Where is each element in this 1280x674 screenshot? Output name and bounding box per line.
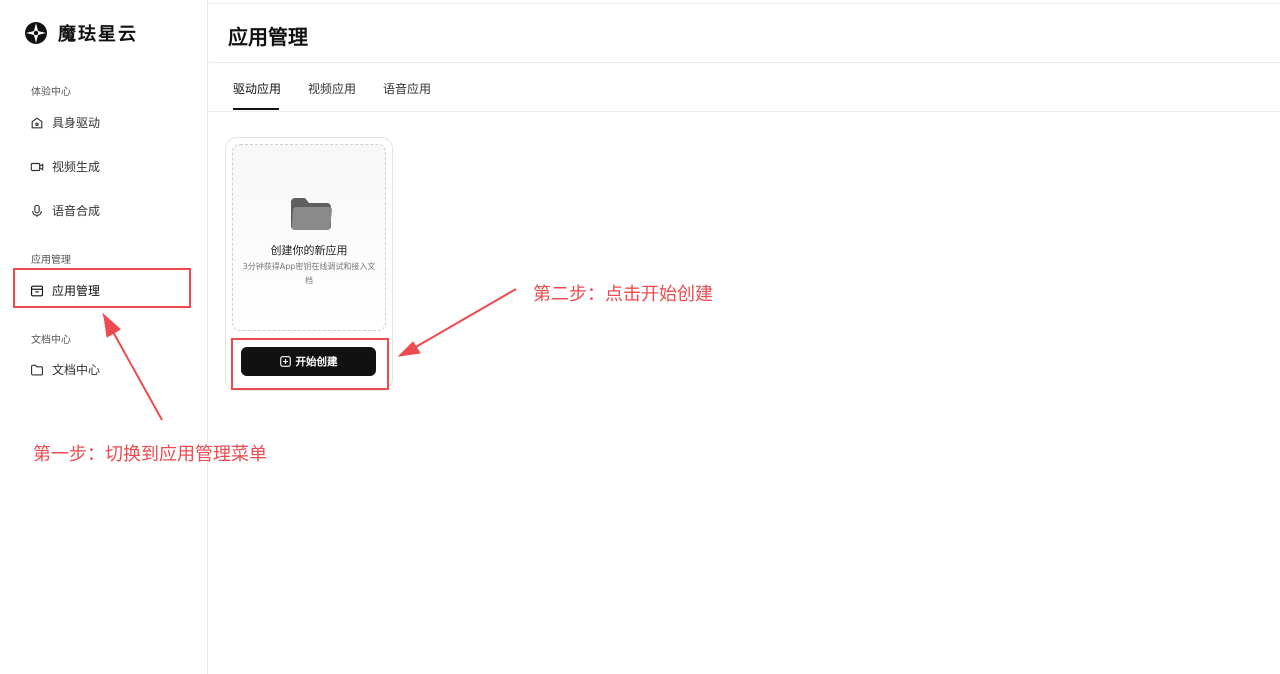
plus-square-icon [279, 356, 291, 367]
sidebar-item-label: 文档中心 [52, 363, 101, 377]
section-title-app-management: 应用管理 [31, 255, 71, 266]
archive-box-icon [31, 285, 43, 296]
create-card-title: 创建你的新应用 [270, 244, 348, 257]
app-name: 魔珐星云 [58, 24, 138, 45]
active-tab-indicator [233, 108, 279, 110]
create-card-description: 3分钟获得App密钥在线调试和接入文档 [242, 262, 376, 285]
tab-video-apps[interactable]: 视频应用 [308, 80, 356, 97]
section-title-docs: 文档中心 [31, 335, 71, 346]
sidebar-item-embodied-drive[interactable]: 具身驱动 [30, 114, 100, 131]
microphone-icon [32, 204, 42, 217]
start-create-button[interactable]: 开始创建 [241, 347, 376, 376]
sidebar-item-label: 应用管理 [52, 284, 101, 298]
tab-bar [209, 63, 1280, 112]
sidebar-item-label: 语音合成 [52, 204, 101, 218]
folder-icon [291, 198, 332, 230]
arrow-step2 [397, 288, 517, 357]
folder-icon [31, 364, 43, 376]
home-icon [31, 116, 43, 128]
sidebar-item-docs-center[interactable]: 文档中心 [30, 361, 100, 378]
sidebar-item-video-generation[interactable]: 视频生成 [30, 158, 100, 175]
sidebar: 魔珐星云 体验中心 具身驱动 视频生成 语音合成 应用管理 应用管理 文档中心 … [0, 0, 208, 674]
start-create-label: 开始创建 [295, 356, 338, 368]
sidebar-item-label: 具身驱动 [52, 116, 101, 130]
create-app-placeholder[interactable] [232, 144, 386, 331]
annotation-step1: 第一步：切换到应用管理菜单 [33, 444, 267, 465]
tab-voice-apps[interactable]: 语音应用 [383, 80, 431, 97]
annotation-step2: 第二步：点击开始创建 [533, 284, 713, 305]
section-title-experience: 体验中心 [31, 87, 71, 98]
video-camera-icon [30, 162, 44, 171]
sidebar-item-app-management[interactable]: 应用管理 [30, 282, 100, 299]
app-logo[interactable]: 魔珐星云 [24, 20, 138, 46]
sidebar-item-speech-synthesis[interactable]: 语音合成 [30, 202, 100, 219]
page-title: 应用管理 [228, 25, 308, 49]
sidebar-item-label: 视频生成 [52, 160, 101, 174]
tab-drive-apps[interactable]: 驱动应用 [233, 80, 281, 97]
logo-icon [25, 22, 47, 44]
